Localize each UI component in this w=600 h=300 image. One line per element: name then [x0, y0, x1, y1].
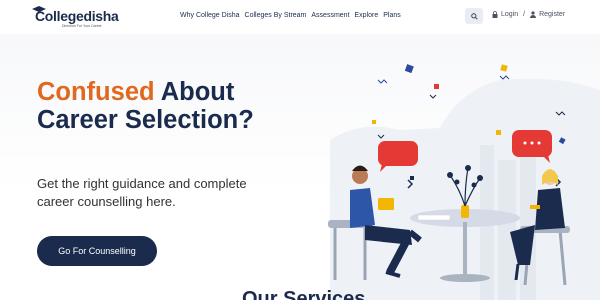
site-header: Collegedisha Direction For Your Career W…	[0, 0, 600, 34]
nav-colleges-by-stream[interactable]: Colleges By Stream	[245, 12, 307, 19]
confetti	[496, 130, 501, 135]
building-shape	[498, 160, 516, 300]
main-nav: Why College Disha Colleges By Stream Ass…	[180, 12, 401, 19]
logo-tagline: Direction For Your Career	[62, 24, 102, 28]
counselling-illustration	[328, 64, 600, 300]
go-for-counselling-button[interactable]: Go For Counselling	[37, 236, 157, 266]
user-icon	[530, 11, 537, 18]
services-heading: Our Services	[242, 288, 366, 300]
auth-links: Login / Register	[492, 11, 565, 18]
confetti	[372, 120, 376, 124]
building-shape	[520, 150, 536, 300]
nav-explore[interactable]: Explore	[355, 12, 379, 19]
logo-brand: Collegedisha	[35, 8, 119, 24]
confetti	[410, 176, 414, 180]
hero-subtitle: Get the right guidance and complete care…	[37, 176, 247, 209]
nav-assessment[interactable]: Assessment	[311, 12, 349, 19]
hero-title-accent: Confused	[37, 78, 155, 106]
confetti	[434, 84, 439, 89]
lock-icon	[492, 11, 498, 18]
register-link[interactable]: Register	[539, 11, 565, 18]
confetti	[377, 79, 388, 84]
confetti	[429, 94, 437, 99]
login-link[interactable]: Login	[501, 11, 518, 18]
search-button[interactable]	[465, 8, 483, 24]
auth-separator: /	[523, 11, 526, 18]
confetti	[499, 75, 510, 80]
search-icon	[470, 12, 478, 20]
confetti	[404, 64, 414, 74]
nav-why-college-disha[interactable]: Why College Disha	[180, 12, 240, 19]
hero-title: Confused About Career Selection?	[37, 78, 277, 134]
nav-plans[interactable]: Plans	[383, 12, 401, 19]
confetti	[500, 64, 508, 72]
